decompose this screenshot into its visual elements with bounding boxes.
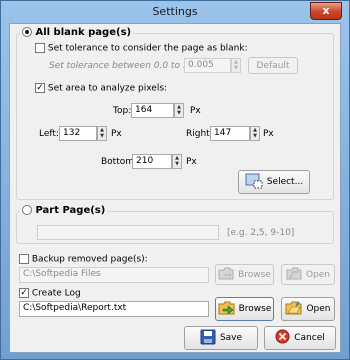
cancel-button[interactable]: Cancel — [264, 326, 336, 350]
left-label: Left: — [39, 129, 59, 139]
all-blank-radio-row[interactable]: All blank page(s) — [20, 27, 134, 38]
part-pages-label: Part Page(s) — [35, 205, 106, 216]
part-pages-radio[interactable] — [22, 205, 32, 215]
cancel-icon — [275, 329, 290, 347]
left-input[interactable]: 132 — [59, 126, 97, 141]
backup-open-button[interactable]: Open — [281, 264, 335, 285]
cancel-label: Cancel — [294, 333, 325, 343]
default-button[interactable]: Default — [248, 57, 298, 74]
bottom-input[interactable]: 210 — [132, 154, 172, 169]
top-label: Top: — [113, 106, 132, 116]
right-spinner[interactable]: ▲ ▼ — [250, 126, 260, 141]
select-area-button[interactable]: Select... — [238, 170, 310, 194]
bottom-unit: Px — [186, 157, 197, 167]
tolerance-hint: Set tolerance between 0.0 to 1.0. — [49, 61, 201, 71]
folder-icon — [218, 301, 235, 318]
log-path-input[interactable]: C:\Softpedia\Report.txt — [19, 301, 209, 317]
right-label: Right: — [186, 129, 213, 139]
log-browse-label: Browse — [238, 304, 272, 314]
log-checkbox-label: Create Log — [31, 288, 81, 299]
folder-icon — [218, 267, 234, 283]
log-checkbox-row[interactable]: ✓ Create Log — [19, 288, 81, 299]
right-down-icon[interactable]: ▼ — [251, 133, 259, 139]
top-input[interactable]: 164 — [131, 103, 174, 118]
top-down-icon[interactable]: ▼ — [175, 110, 183, 116]
part-pages-radio-row[interactable]: Part Page(s) — [20, 205, 108, 216]
close-button[interactable]: x — [310, 2, 342, 20]
floppy-disk-icon — [200, 329, 216, 348]
area-checkbox-label: Set area to analyze pixels: — [47, 83, 168, 94]
left-down-icon[interactable]: ▼ — [98, 133, 106, 139]
tolerance-checkbox[interactable] — [35, 43, 45, 53]
backup-checkbox-row[interactable]: Backup removed page(s): — [19, 254, 148, 265]
top-unit: Px — [190, 106, 201, 116]
right-input[interactable]: 147 — [210, 126, 250, 141]
left-unit: Px — [111, 129, 122, 139]
save-label: Save — [219, 333, 243, 343]
right-unit: Px — [263, 129, 274, 139]
backup-path-input[interactable]: C:\Softpedia Files — [19, 267, 209, 283]
settings-window: Settings x All blank page(s) Set toleran… — [0, 0, 350, 360]
tolerance-checkbox-label: Set tolerance to consider the page as bl… — [47, 43, 248, 54]
tolerance-checkbox-row[interactable]: Set tolerance to consider the page as bl… — [35, 43, 248, 54]
log-open-label: Open — [306, 304, 331, 314]
tolerance-down-icon[interactable]: ▼ — [232, 65, 240, 71]
log-browse-button[interactable]: Browse — [215, 297, 274, 321]
all-blank-label: All blank page(s) — [35, 27, 132, 38]
backup-checkbox[interactable] — [19, 254, 29, 264]
part-pages-input[interactable] — [37, 225, 219, 240]
part-pages-hint: [e.g. 2,5, 9-10] — [227, 228, 295, 238]
all-blank-radio[interactable] — [22, 27, 32, 37]
top-spinner[interactable]: ▲ ▼ — [174, 103, 184, 118]
tolerance-input[interactable]: 0.005 — [184, 58, 231, 73]
left-spinner[interactable]: ▲ ▼ — [97, 126, 107, 141]
area-checkbox-row[interactable]: ✓ Set area to analyze pixels: — [35, 83, 167, 94]
dialog-body: All blank page(s) Set tolerance to consi… — [9, 23, 341, 353]
backup-browse-label: Browse — [238, 269, 271, 280]
open-folder-icon — [286, 267, 302, 283]
select-area-label: Select... — [266, 177, 304, 187]
open-folder-icon — [285, 301, 302, 318]
area-checkbox[interactable]: ✓ — [35, 83, 45, 93]
tolerance-spinner[interactable]: ▲ ▼ — [231, 58, 241, 73]
save-button[interactable]: Save — [184, 326, 258, 350]
bottom-spinner[interactable]: ▲ ▼ — [172, 154, 182, 169]
log-checkbox[interactable]: ✓ — [19, 288, 29, 298]
bottom-down-icon[interactable]: ▼ — [173, 161, 181, 167]
window-title: Settings — [152, 5, 198, 18]
select-area-icon — [245, 173, 263, 192]
log-open-button[interactable]: Open — [281, 297, 335, 321]
backup-open-label: Open — [305, 269, 331, 280]
title-bar[interactable]: Settings x — [1, 1, 349, 23]
backup-browse-button[interactable]: Browse — [215, 264, 274, 285]
default-button-label: Default — [256, 60, 290, 71]
backup-checkbox-label: Backup removed page(s): — [31, 254, 148, 265]
